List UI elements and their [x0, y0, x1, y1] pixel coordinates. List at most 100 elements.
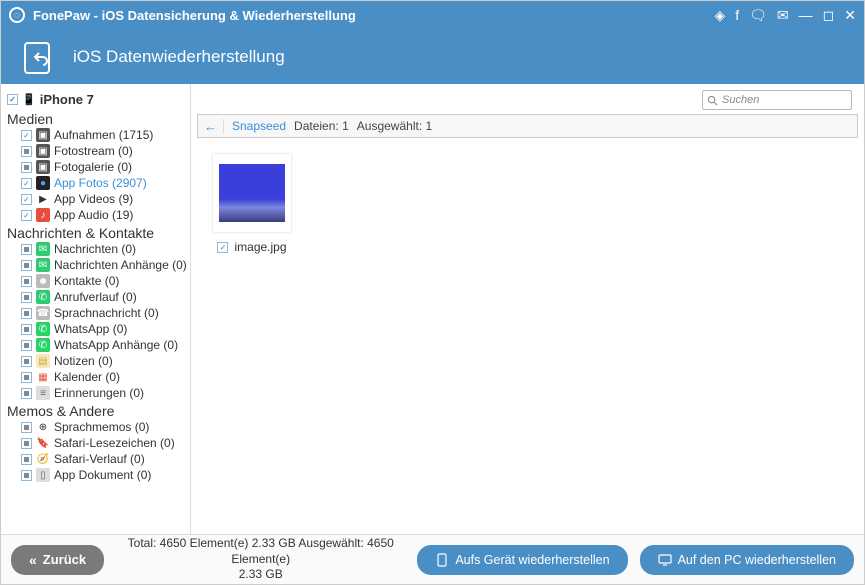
sidebar-item[interactable]: ≡Erinnerungen (0)	[7, 385, 190, 401]
checkbox-icon[interactable]	[21, 340, 32, 351]
thumbnail-image	[213, 154, 291, 232]
checkbox-icon[interactable]	[21, 356, 32, 367]
sidebar-item-label: Fotogalerie (0)	[54, 160, 132, 174]
checkbox-icon[interactable]	[21, 388, 32, 399]
search-icon	[707, 95, 718, 106]
category-icon: 🧭	[36, 452, 50, 466]
category-icon: ▣	[36, 128, 50, 142]
checkbox-icon[interactable]	[21, 454, 32, 465]
sidebar-item[interactable]: ✉ Nachrichten Anhänge (0)	[7, 257, 190, 273]
checkbox-icon[interactable]	[7, 94, 18, 105]
footer: « Zurück Total: 4650 Element(e) 2.33 GB …	[1, 534, 864, 584]
sidebar-item[interactable]: ▶App Videos (9)	[7, 191, 190, 207]
diamond-icon[interactable]: ◈	[714, 7, 725, 24]
checkbox-icon[interactable]	[21, 470, 32, 481]
checkbox-icon[interactable]	[21, 210, 32, 221]
sidebar-item[interactable]: ⊕Sprachmemos (0)	[7, 419, 190, 435]
sidebar-item-label: Sprachnachricht (0)	[54, 306, 159, 320]
stats-text: Total: 4650 Element(e) 2.33 GB Ausgewähl…	[116, 536, 405, 583]
thumbnail[interactable]: image.jpg	[207, 154, 297, 254]
checkbox-icon[interactable]	[21, 308, 32, 319]
main-panel: Suchen ← Snapseed Dateien: 1 Ausgewählt:…	[191, 84, 864, 534]
sidebar-item[interactable]: ▣Fotogalerie (0)	[7, 159, 190, 175]
sidebar-item[interactable]: ✆Anrufverlauf (0)	[7, 289, 190, 305]
category-icon: ☻	[36, 274, 50, 288]
page-title: iOS Datenwiederherstellung	[73, 47, 285, 67]
thumbnail-filename: image.jpg	[234, 240, 286, 254]
checkbox-icon[interactable]	[21, 276, 32, 287]
minimize-button[interactable]: —	[799, 7, 813, 24]
facebook-icon[interactable]: f	[735, 7, 739, 24]
back-button[interactable]: « Zurück	[11, 545, 104, 575]
sidebar-item-label: WhatsApp (0)	[54, 322, 127, 336]
search-placeholder: Suchen	[722, 94, 759, 106]
sidebar-item[interactable]: ✉Nachrichten (0)	[7, 241, 190, 257]
sidebar-item[interactable]: ● App Fotos (2907)	[7, 175, 190, 191]
sidebar-item[interactable]: ✆ WhatsApp Anhänge (0)	[7, 337, 190, 353]
checkbox-icon[interactable]	[21, 130, 32, 141]
category-icon: ✉	[36, 258, 50, 272]
sidebar-item-label: Erinnerungen (0)	[54, 386, 144, 400]
sidebar-item-label: Notizen (0)	[54, 354, 113, 368]
sidebar-item[interactable]: 🔖Safari-Lesezeichen (0)	[7, 435, 190, 451]
category-icon: ▯	[36, 468, 50, 482]
category-icon: ▣	[36, 144, 50, 158]
sidebar-item-label: App Dokument (0)	[54, 468, 151, 482]
category-icon: ▶	[36, 192, 50, 206]
restore-to-device-button[interactable]: Aufs Gerät wiederherstellen	[417, 545, 627, 575]
device-row[interactable]: 📱 iPhone 7	[7, 90, 190, 109]
sidebar-item[interactable]: 🧭Safari-Verlauf (0)	[7, 451, 190, 467]
checkbox-icon[interactable]	[21, 438, 32, 449]
checkbox-icon[interactable]	[21, 260, 32, 271]
checkbox-icon[interactable]	[21, 324, 32, 335]
sidebar-item[interactable]: ♪App Audio (19)	[7, 207, 190, 223]
device-icon	[435, 553, 449, 567]
checkbox-icon[interactable]	[21, 292, 32, 303]
restore-to-pc-button[interactable]: Auf den PC wiederherstellen	[640, 545, 854, 575]
checkbox-icon[interactable]	[217, 242, 228, 253]
sidebar-item[interactable]: ▯ App Dokument (0)	[7, 467, 190, 483]
breadcrumb-link[interactable]: Snapseed	[232, 119, 286, 133]
pc-icon	[658, 553, 672, 567]
category-icon: ✆	[36, 338, 50, 352]
category-icon: ●	[36, 176, 50, 190]
sidebar-item[interactable]: ▣ Aufnahmen (1715)	[7, 127, 190, 143]
sidebar-item[interactable]: ✆WhatsApp (0)	[7, 321, 190, 337]
sidebar: 📱 iPhone 7 Medien ▣Aufnahmen (1715)▣Foto…	[1, 84, 191, 534]
phone-icon: 📱	[22, 93, 36, 106]
sidebar-item-label: Aufnahmen (1715)	[54, 128, 153, 142]
search-input[interactable]: Suchen	[702, 90, 852, 110]
sidebar-item-label: App Fotos (2907)	[54, 176, 147, 190]
sidebar-item-label: Kontakte (0)	[54, 274, 119, 288]
sidebar-item-label: Kalender (0)	[54, 370, 120, 384]
sidebar-item[interactable]: ▦ Kalender (0)	[7, 369, 190, 385]
category-icon: 🔖	[36, 436, 50, 450]
sidebar-item-label: WhatsApp Anhänge (0)	[54, 338, 178, 352]
sidebar-item-label: Nachrichten Anhänge (0)	[54, 258, 187, 272]
checkbox-icon[interactable]	[21, 178, 32, 189]
sidebar-item-label: Sprachmemos (0)	[54, 420, 149, 434]
sidebar-item[interactable]: ▣Fotostream (0)	[7, 143, 190, 159]
sidebar-item[interactable]: ▤ Notizen (0)	[7, 353, 190, 369]
feedback-icon[interactable]: ✉	[777, 7, 789, 24]
category-icon: ▦	[36, 370, 50, 384]
device-name: iPhone 7	[40, 92, 94, 107]
checkbox-icon[interactable]	[21, 162, 32, 173]
chat-icon[interactable]: 🗨	[749, 7, 767, 24]
category-icon: ▤	[36, 354, 50, 368]
app-logo-icon: ◌	[9, 7, 25, 23]
section-medien: Medien	[7, 111, 190, 127]
checkbox-icon[interactable]	[21, 422, 32, 433]
checkbox-icon[interactable]	[21, 194, 32, 205]
checkbox-icon[interactable]	[21, 244, 32, 255]
close-button[interactable]: ✕	[844, 7, 856, 24]
breadcrumb-back-icon[interactable]: ←	[204, 119, 224, 134]
sidebar-item[interactable]: ☻ Kontakte (0)	[7, 273, 190, 289]
checkbox-icon[interactable]	[21, 146, 32, 157]
checkbox-icon[interactable]	[21, 372, 32, 383]
maximize-button[interactable]: ◻	[823, 7, 835, 24]
window-title: FonePaw - iOS Datensicherung & Wiederher…	[33, 8, 714, 23]
files-label: Dateien: 1	[294, 119, 349, 133]
sidebar-item[interactable]: ☎Sprachnachricht (0)	[7, 305, 190, 321]
sidebar-item-label: App Audio (19)	[54, 208, 133, 222]
